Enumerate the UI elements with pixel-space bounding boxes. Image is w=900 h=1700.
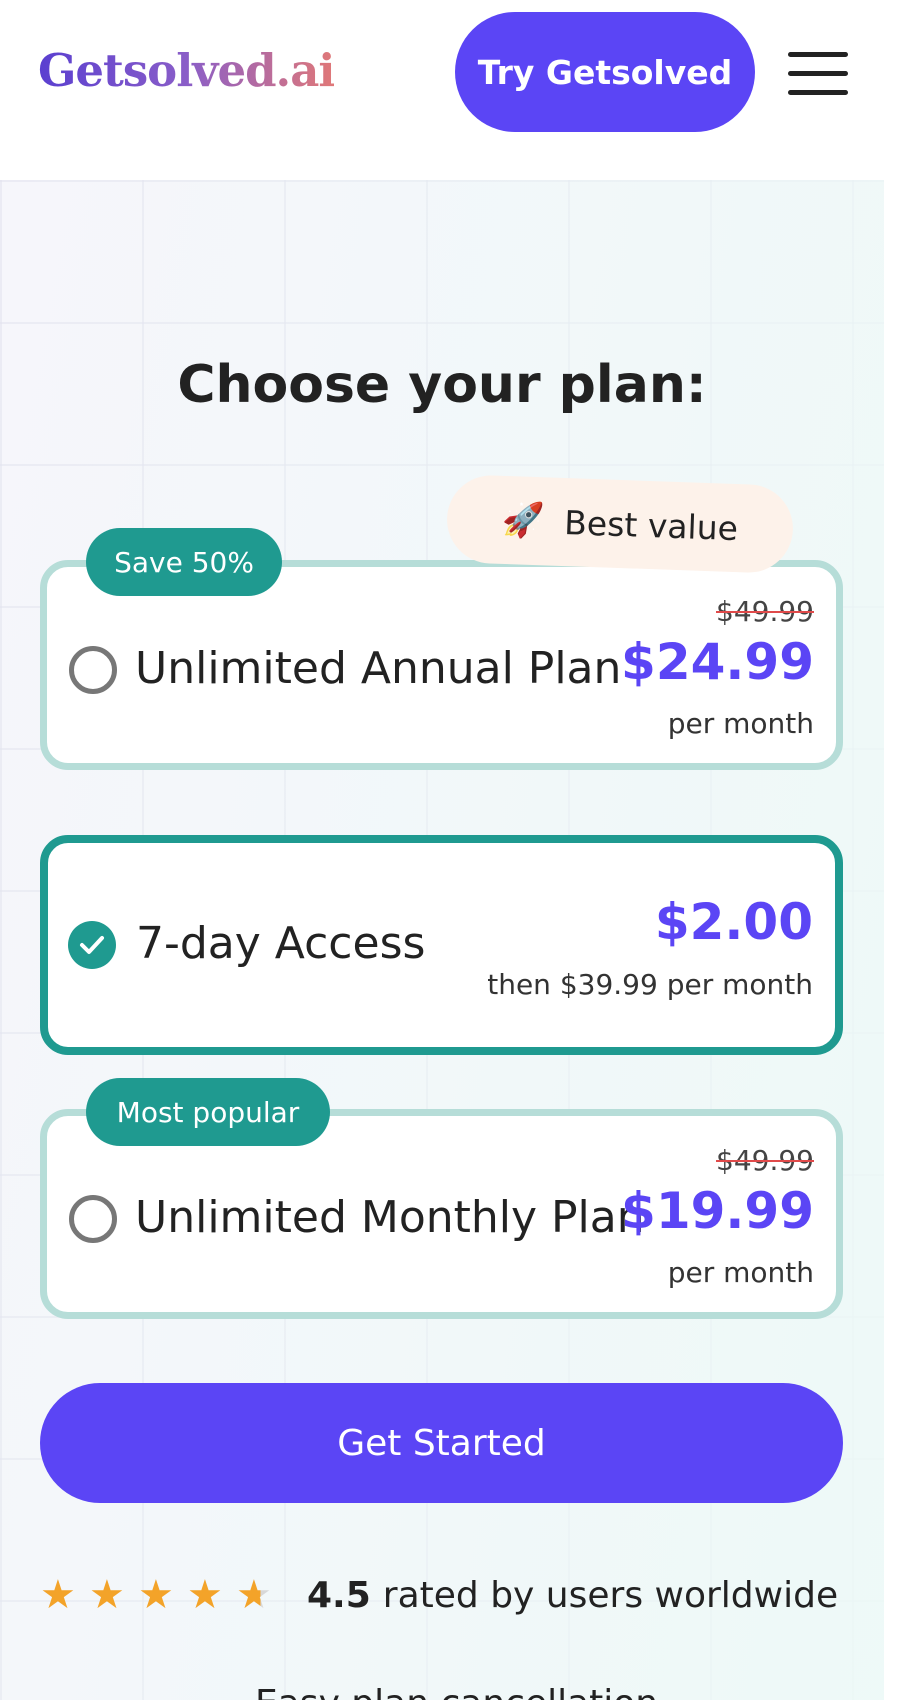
top-header: Getsolved.ai Try Getsolved xyxy=(0,0,900,180)
plan-radio-monthly[interactable] xyxy=(69,1195,117,1243)
star-icon: ★ xyxy=(187,1572,223,1618)
price-period: per month xyxy=(667,1256,814,1289)
star-rating: ★ ★ ★ ★ ★ xyxy=(40,1575,285,1615)
plan-radio-7-day[interactable] xyxy=(68,921,116,969)
plan-price: $24.99 xyxy=(621,633,814,691)
rating-text: rated by users worldwide xyxy=(382,1574,839,1616)
plan-name: Unlimited Monthly Plan xyxy=(135,1192,645,1243)
price-period: then $39.99 per month xyxy=(487,968,813,1001)
plan-name: 7-day Access xyxy=(136,918,426,969)
rating-row: ★ ★ ★ ★ ★ 4.5 rated by users worldwide xyxy=(40,1565,838,1625)
check-icon xyxy=(80,936,104,954)
half-star-icon: ★ xyxy=(236,1575,285,1615)
pricing-section: Choose your plan: Unlimited Annual Plan … xyxy=(0,180,884,1700)
save-50-badge: Save 50% xyxy=(86,528,282,596)
star-icon: ★ xyxy=(138,1572,174,1618)
logo[interactable]: Getsolved.ai xyxy=(38,44,335,97)
old-price: $49.99 xyxy=(716,1144,814,1177)
get-started-button[interactable]: Get Started xyxy=(40,1383,843,1503)
cancellation-text: Easy plan cancellation xyxy=(255,1683,658,1700)
plan-price: $19.99 xyxy=(621,1182,814,1240)
star-icon: ★ xyxy=(89,1572,125,1618)
plan-card-7-day[interactable]: 7-day Access $2.00 then $39.99 per month xyxy=(40,835,843,1055)
best-value-badge: 🚀 Best value xyxy=(445,473,795,575)
hamburger-menu-icon[interactable] xyxy=(788,52,848,96)
plan-price: $2.00 xyxy=(654,893,813,951)
plan-radio-annual[interactable] xyxy=(69,646,117,694)
price-period: per month xyxy=(667,707,814,740)
star-icon: ★ xyxy=(40,1572,76,1618)
try-getsolved-button[interactable]: Try Getsolved xyxy=(455,12,755,132)
plan-name: Unlimited Annual Plan xyxy=(135,643,622,694)
page-title: Choose your plan: xyxy=(177,355,707,415)
old-price: $49.99 xyxy=(716,595,814,628)
rocket-icon: 🚀 xyxy=(501,499,546,542)
most-popular-badge: Most popular xyxy=(86,1078,330,1146)
rating-value: 4.5 xyxy=(307,1574,371,1616)
best-value-label: Best value xyxy=(563,502,739,548)
